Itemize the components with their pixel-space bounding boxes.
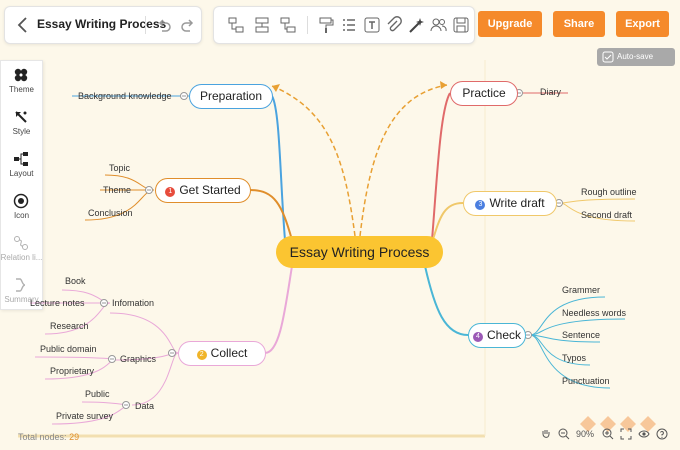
topic-get-started[interactable]: 1 Get Started bbox=[155, 178, 251, 203]
subtopic-topic[interactable]: Topic bbox=[109, 163, 130, 173]
topic-label: Preparation bbox=[199, 89, 263, 103]
number-badge: 4 bbox=[472, 332, 483, 342]
subtopic-grammer[interactable]: Grammer bbox=[562, 285, 600, 295]
topic-write-draft[interactable]: 3 Write draft bbox=[463, 191, 557, 216]
subtopic-needless-words[interactable]: Needless words bbox=[562, 308, 626, 318]
topic-label: Practice bbox=[462, 86, 506, 100]
zoom-level: 90% bbox=[576, 429, 595, 439]
subtopic-theme[interactable]: Theme bbox=[103, 185, 131, 195]
fit-screen-icon[interactable] bbox=[620, 428, 632, 440]
subtopic-second-draft[interactable]: Second draft bbox=[581, 210, 632, 220]
topic-label: Get Started bbox=[179, 183, 241, 197]
subtopic-lecture-notes[interactable]: Lecture notes bbox=[30, 298, 85, 308]
subtopic-infomation[interactable]: Infomation bbox=[112, 298, 154, 308]
view-controls: 90% bbox=[536, 426, 676, 444]
subtopic-punctuation[interactable]: Punctuation bbox=[562, 376, 610, 386]
zoom-out-icon[interactable] bbox=[558, 428, 570, 440]
number-badge: 1 bbox=[165, 187, 176, 197]
subtopic-proprietary[interactable]: Proprietary bbox=[50, 366, 94, 376]
topic-collect[interactable]: 2 Collect bbox=[178, 341, 266, 366]
subtopic-typos[interactable]: Typos bbox=[562, 353, 586, 363]
topic-label: Write draft bbox=[489, 196, 545, 210]
subtopic-data[interactable]: Data bbox=[135, 401, 154, 411]
number-badge: 3 bbox=[475, 200, 486, 210]
subtopic-rough-outline[interactable]: Rough outline bbox=[581, 187, 637, 197]
hand-icon[interactable] bbox=[540, 428, 552, 440]
subtopic-conclusion[interactable]: Conclusion bbox=[88, 208, 133, 218]
subtopic-research[interactable]: Research bbox=[50, 321, 89, 331]
subtopic-diary[interactable]: Diary bbox=[540, 87, 561, 97]
topic-preparation[interactable]: Preparation bbox=[189, 84, 273, 109]
subtopic-sentence[interactable]: Sentence bbox=[562, 330, 600, 340]
topic-label: Collect bbox=[210, 346, 248, 360]
total-nodes-label: Total nodes: bbox=[18, 432, 67, 442]
subtopic-background-knowledge[interactable]: Background knowledge bbox=[78, 91, 172, 101]
topic-practice[interactable]: Practice bbox=[450, 81, 518, 106]
topic-check[interactable]: 4 Check bbox=[468, 323, 526, 348]
central-topic[interactable]: Essay Writing Process bbox=[276, 236, 443, 268]
eye-icon[interactable] bbox=[638, 428, 650, 440]
help-icon[interactable] bbox=[656, 428, 668, 440]
number-badge: 2 bbox=[196, 350, 207, 360]
topic-label: Check bbox=[486, 328, 521, 342]
total-nodes: Total nodes: 29 bbox=[18, 432, 79, 442]
subtopic-public-domain[interactable]: Public domain bbox=[40, 344, 97, 354]
zoom-in-icon[interactable] bbox=[602, 428, 614, 440]
subtopic-private-survey[interactable]: Private survey bbox=[56, 411, 113, 421]
subtopic-book[interactable]: Book bbox=[65, 276, 86, 286]
total-nodes-value: 29 bbox=[69, 432, 80, 442]
subtopic-public[interactable]: Public bbox=[85, 389, 110, 399]
subtopic-graphics[interactable]: Graphics bbox=[120, 354, 156, 364]
